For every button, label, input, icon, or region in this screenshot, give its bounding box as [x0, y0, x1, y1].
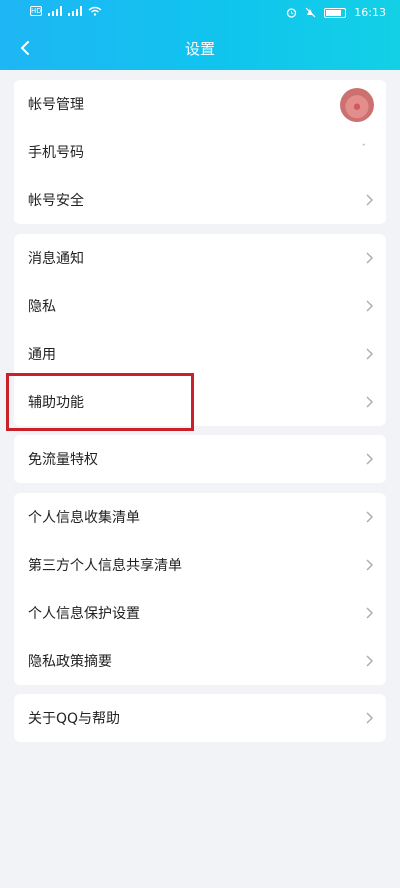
chevron-right-icon — [366, 712, 374, 724]
row-label: 个人信息收集清单 — [28, 510, 140, 526]
row-phone-number[interactable]: 手机号码 ˇ — [14, 128, 386, 176]
chevron-right-icon — [366, 655, 374, 667]
settings-group-about: 关于QQ与帮助 — [14, 694, 386, 742]
settings-group-account: 帐号管理 手机号码 ˇ 帐号安全 — [14, 80, 386, 224]
row-personal-info-protection[interactable]: 个人信息保护设置 — [14, 589, 386, 637]
chevron-right-icon — [366, 396, 374, 408]
row-label: 通用 — [28, 347, 56, 363]
signal-icon-2 — [68, 6, 82, 16]
row-label: 免流量特权 — [28, 452, 98, 468]
caret-icon: ˇ — [361, 144, 367, 154]
row-label: 第三方个人信息共享清单 — [28, 558, 182, 574]
row-label: 手机号码 — [28, 145, 84, 161]
header-bar: HD 16:13 设置 — [0, 0, 400, 70]
row-label: 辅助功能 — [28, 395, 84, 411]
chevron-right-icon — [366, 559, 374, 571]
row-privacy-policy-summary[interactable]: 隐私政策摘要 — [14, 637, 386, 685]
clock-time: 16:13 — [354, 6, 386, 19]
row-label: 个人信息保护设置 — [28, 606, 140, 622]
chevron-right-icon — [366, 348, 374, 360]
status-bar: HD 16:13 — [0, 0, 400, 26]
row-accessibility[interactable]: 辅助功能 — [14, 378, 386, 426]
signal-icon — [48, 6, 62, 16]
row-about-help[interactable]: 关于QQ与帮助 — [14, 694, 386, 742]
row-account-security[interactable]: 帐号安全 — [14, 176, 386, 224]
mute-icon — [305, 7, 316, 18]
row-label: 隐私 — [28, 299, 56, 315]
avatar — [340, 88, 374, 122]
row-label: 隐私政策摘要 — [28, 654, 112, 670]
chevron-right-icon — [366, 194, 374, 206]
row-third-party-sharing[interactable]: 第三方个人信息共享清单 — [14, 541, 386, 589]
row-account-management[interactable]: 帐号管理 — [14, 80, 386, 128]
row-label: 关于QQ与帮助 — [28, 711, 121, 727]
row-label: 帐号管理 — [28, 97, 84, 113]
chevron-right-icon — [366, 511, 374, 523]
page-title: 设置 — [184, 40, 215, 58]
row-label: 消息通知 — [28, 251, 84, 267]
chevron-right-icon — [366, 300, 374, 312]
alarm-icon — [287, 8, 297, 18]
settings-group-free-data: 免流量特权 — [14, 435, 386, 483]
sim-icon: HD — [30, 6, 42, 16]
battery-icon — [324, 7, 347, 18]
chevron-right-icon — [366, 453, 374, 465]
row-privacy[interactable]: 隐私 — [14, 282, 386, 330]
row-free-data[interactable]: 免流量特权 — [14, 435, 386, 483]
settings-group-personal-info: 个人信息收集清单 第三方个人信息共享清单 个人信息保护设置 隐私政策摘要 — [14, 493, 386, 685]
chevron-right-icon — [366, 607, 374, 619]
row-label: 帐号安全 — [28, 193, 84, 209]
settings-group-general: 消息通知 隐私 通用 辅助功能 — [14, 234, 386, 426]
row-message-notification[interactable]: 消息通知 — [14, 234, 386, 282]
wifi-icon — [88, 6, 102, 16]
row-personal-info-collection[interactable]: 个人信息收集清单 — [14, 493, 386, 541]
chevron-right-icon — [366, 252, 374, 264]
row-general[interactable]: 通用 — [14, 330, 386, 378]
